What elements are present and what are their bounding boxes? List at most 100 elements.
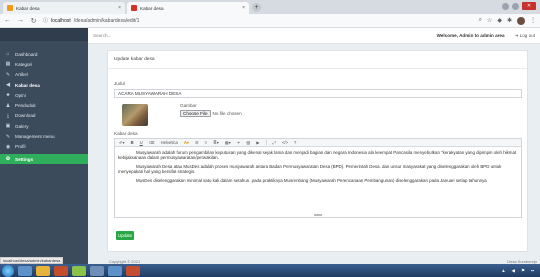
sidebar-item-label: Dashboard xyxy=(15,51,38,57)
paragraph: Musyawarah adalah forum pengambilan kepu… xyxy=(118,150,517,161)
fullscreen-icon[interactable]: ⤢ xyxy=(273,140,276,145)
update-form-card: Update kabar desa Judul ACARA MUSYAWARAH… xyxy=(107,50,528,252)
network-icon[interactable]: ▲ xyxy=(501,268,505,273)
magic-wand-icon[interactable]: ✐▾ xyxy=(119,140,125,145)
browser-tab-active[interactable]: Kabar desa × xyxy=(127,2,249,14)
system-tray: ▲ ◀ ⚑ ▪▪ xyxy=(501,268,540,274)
update-button[interactable]: Update xyxy=(116,231,134,240)
sidebar-item-label: Management menu xyxy=(15,134,55,140)
logout-label: Log out xyxy=(519,32,535,38)
app-icon[interactable] xyxy=(108,265,122,276)
folder-icon[interactable] xyxy=(36,265,50,276)
zoom-icon[interactable]: ⌕ xyxy=(479,17,482,24)
window-controls: ✕ xyxy=(502,2,536,10)
forward-icon[interactable]: → xyxy=(17,17,24,24)
no-file-text: No file chosen xyxy=(212,111,242,116)
browser-tab[interactable]: Kabar desa × xyxy=(3,2,125,14)
sidebar-item-label: Galery xyxy=(15,123,29,129)
choose-file-button[interactable]: Choose File xyxy=(180,110,211,117)
editor-resize-handle[interactable] xyxy=(314,214,322,216)
sidebar-item-management-menu[interactable]: ✎ Management menu xyxy=(0,131,88,141)
table-icon[interactable]: ▦▾ xyxy=(225,140,231,145)
editor-content[interactable]: Musyawarah adalah forum pengambilan kepu… xyxy=(115,147,521,189)
font-family-select[interactable]: Helvetica xyxy=(161,140,178,145)
profile-avatar[interactable] xyxy=(517,16,525,25)
browser-actions: ⌕ ☆ ◆ ✱ ⋮ xyxy=(479,16,536,25)
app-icon[interactable] xyxy=(126,265,140,276)
eraser-icon[interactable]: ⌫ xyxy=(149,140,155,145)
sidebar-item-opini[interactable]: ♣ Opini xyxy=(0,90,88,100)
judul-input[interactable]: ACARA MUSYAWARAH DESA xyxy=(114,89,522,98)
chrome-icon[interactable] xyxy=(72,265,86,276)
bold-icon[interactable]: B xyxy=(131,140,134,145)
video-icon[interactable]: ▶ xyxy=(256,140,259,145)
extension-icon[interactable]: ◆ xyxy=(497,17,502,24)
favicon-icon xyxy=(131,5,137,11)
align-icon[interactable]: ≣▾ xyxy=(213,140,219,145)
thumbs-up-icon: ♣ xyxy=(6,92,10,99)
url-field[interactable]: ⓘ localhost/desa/admin/kabardesa/edit/1 xyxy=(43,17,139,25)
clock[interactable]: ▪▪ xyxy=(531,268,534,273)
logout-icon: ⇥ xyxy=(514,32,519,38)
star-icon[interactable]: ☆ xyxy=(487,17,492,24)
underline-icon[interactable]: U xyxy=(140,140,143,145)
unordered-list-icon[interactable]: ☰ xyxy=(195,140,199,145)
flag-icon[interactable]: ⚑ xyxy=(521,268,525,274)
status-bar-url: localhost/desa/admin/kabardesa xyxy=(0,257,64,264)
sidebar-item-galery[interactable]: ▣ Galery xyxy=(0,121,88,131)
pencil-icon: ✎ xyxy=(5,133,11,140)
home-icon: ⌂ xyxy=(6,51,10,58)
paragraph: MusDes diselenggarakan minimal satu kali… xyxy=(136,177,487,183)
maximize-icon[interactable] xyxy=(512,2,519,10)
link-icon[interactable]: ⚭ xyxy=(237,140,241,145)
judul-label: Judul xyxy=(114,81,125,86)
sidebar-item-download[interactable]: ⤓ Download xyxy=(0,111,88,121)
logout-link[interactable]: ⇥ Log out xyxy=(515,33,535,39)
menu-icon[interactable]: ⋮ xyxy=(530,17,536,24)
copyright-text: Copyright © 2021 xyxy=(109,258,141,264)
current-image-thumbnail xyxy=(122,104,148,126)
sidebar-brand xyxy=(0,28,88,41)
image-icon[interactable]: ▨ xyxy=(246,140,250,145)
text-color-icon[interactable]: A▾ xyxy=(184,140,189,145)
sidebar-item-dashboard[interactable]: ⌂ Dashboard xyxy=(0,49,88,59)
person-icon: ♟ xyxy=(5,102,11,109)
help-icon[interactable]: ? xyxy=(294,140,296,145)
gallery-icon: ▣ xyxy=(5,123,11,130)
minimize-icon[interactable] xyxy=(502,2,509,10)
sidebar-item-label: Profil xyxy=(15,144,26,150)
reload-icon[interactable]: ↻ xyxy=(30,17,37,25)
sidebar-item-label: Kabar desa xyxy=(15,82,40,88)
ordered-list-icon[interactable]: ≡ xyxy=(205,140,207,145)
sidebar-item-artikel[interactable]: ✎ Artikel xyxy=(0,70,88,80)
favicon-icon xyxy=(7,5,13,11)
close-icon[interactable]: × xyxy=(118,5,121,11)
start-button[interactable] xyxy=(2,264,14,277)
sidebar-item-profil[interactable]: ◉ Profil xyxy=(0,142,88,152)
back-icon[interactable]: ← xyxy=(4,17,11,24)
sidebar-item-kategori[interactable]: ▦ Kategori xyxy=(0,59,88,69)
new-tab-button[interactable]: + xyxy=(252,3,261,12)
tab-label: Kabar desa xyxy=(16,5,40,11)
page-title: Update kabar desa xyxy=(108,51,527,69)
megaphone-icon: ◀ xyxy=(6,82,10,89)
gear-icon: ⚙ xyxy=(5,156,11,163)
close-icon[interactable]: × xyxy=(242,5,245,11)
sidebar: ⌂ Dashboard ▦ Kategori ✎ Artikel ◀ Kabar des… xyxy=(0,28,88,264)
sidebar-item-kabar-desa[interactable]: ◀ Kabar desa xyxy=(0,80,88,90)
close-window-icon[interactable]: ✕ xyxy=(522,2,536,10)
code-view-icon[interactable]: </> xyxy=(282,140,288,145)
volume-icon[interactable]: ◀ xyxy=(512,268,515,274)
file-input[interactable]: Choose File No file chosen xyxy=(180,110,242,117)
puzzle-icon[interactable]: ✱ xyxy=(507,17,512,24)
address-bar: ← → ↻ ⓘ localhost/desa/admin/kabardesa/e… xyxy=(0,14,540,28)
ie-icon[interactable] xyxy=(18,265,32,276)
info-icon[interactable]: ⓘ xyxy=(43,17,48,24)
search-input[interactable]: Search... xyxy=(93,33,111,38)
gambar-label: Gambar xyxy=(180,103,197,108)
app-icon[interactable] xyxy=(90,265,104,276)
rich-text-editor[interactable]: ✐▾ B U ⌫ Helvetica A▾ ☰ ≡ ≣▾ ▦▾ ⚭ ▨ ▶ ⤢ … xyxy=(114,138,522,218)
media-icon[interactable] xyxy=(54,265,68,276)
sidebar-item-penduduk[interactable]: ♟ Penduduk xyxy=(0,100,88,110)
sidebar-item-settings[interactable]: ⚙ Settings xyxy=(0,153,88,165)
